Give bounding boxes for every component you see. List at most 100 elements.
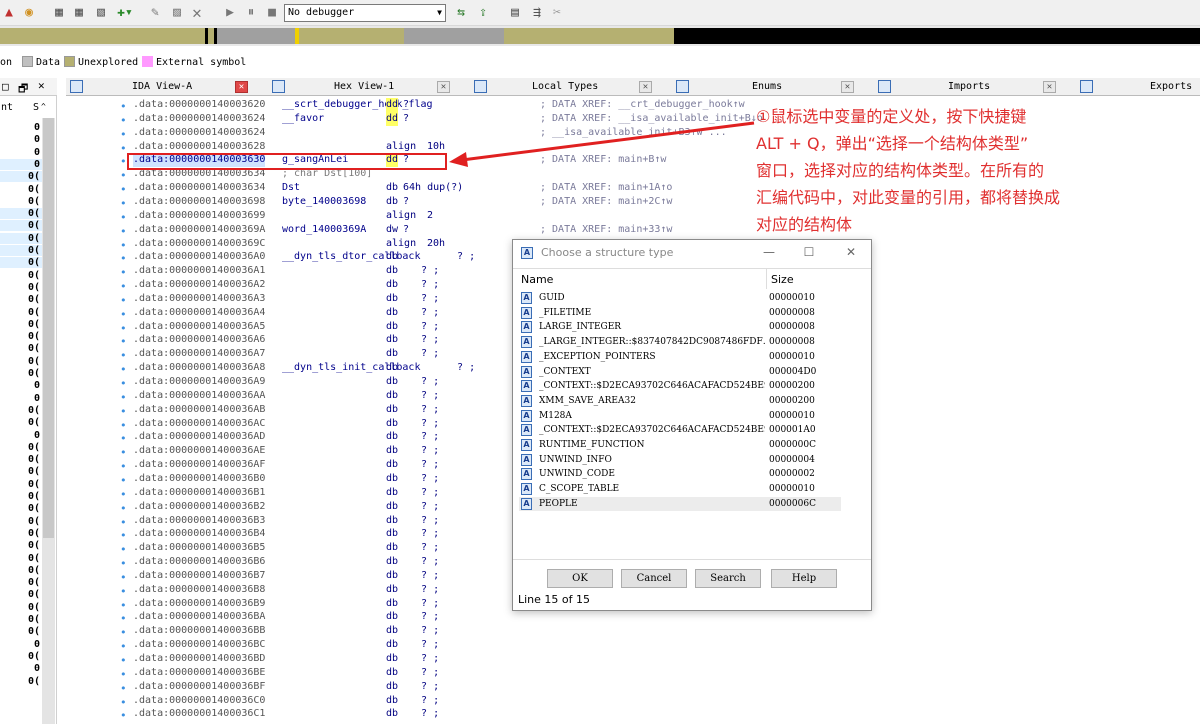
panel-row[interactable]: 0(	[0, 417, 42, 428]
structure-row[interactable]: A _FILETIME 00000008	[519, 306, 841, 321]
close-icon[interactable]: ✕	[235, 81, 248, 93]
panel-row[interactable]: 0(	[0, 356, 42, 367]
panel-row[interactable]: 0(	[0, 626, 42, 637]
panel-row[interactable]: 0(	[0, 651, 42, 662]
panel-row[interactable]: 0(	[0, 331, 42, 342]
panel-row[interactable]: 0(	[0, 528, 42, 539]
disasm-line[interactable]: • .data:00000001400036C0 db ? ;	[66, 694, 1200, 709]
panel-row[interactable]: 0(	[0, 196, 42, 207]
disasm-name[interactable]: __dyn_tls_init_callback	[282, 361, 420, 375]
panel-row[interactable]: 0	[0, 380, 42, 391]
structure-list[interactable]: Name Size A GUID 00000010 A _FILETIME 0000000…	[513, 268, 871, 560]
close-icon[interactable]: ✕	[38, 79, 45, 92]
panel-restore-icon[interactable]: □	[2, 80, 9, 93]
xref-icon[interactable]: ⇆	[452, 4, 470, 21]
panel-scrollbar[interactable]	[42, 118, 55, 724]
structure-row[interactable]: A _CONTEXT 000004D0	[519, 365, 841, 380]
panel-row[interactable]: 0(	[0, 491, 42, 502]
structure-row[interactable]: A XMM_SAVE_AREA32 00000200	[519, 394, 841, 409]
tools-icon[interactable]: ▤	[506, 4, 524, 21]
panel-row[interactable]: 0	[0, 158, 42, 170]
panel-row[interactable]: 0(	[0, 343, 42, 354]
disasm-xref-comment[interactable]: ; __isa_available_init+B3↑w ...	[540, 126, 727, 140]
disasm-xref-comment[interactable]: ; DATA XREF: main+33↑w	[540, 223, 672, 237]
segment-icon[interactable]: ▦	[50, 4, 68, 21]
panel-row[interactable]: 0(	[0, 405, 42, 416]
help-button[interactable]: Help	[771, 569, 837, 588]
panel-row[interactable]: 0(	[0, 220, 42, 232]
panel-row[interactable]: 0(	[0, 270, 42, 281]
undefine-icon[interactable]: ✕	[188, 4, 206, 21]
disasm-xref-comment[interactable]: ; DATA XREF: main+1A↑o	[540, 181, 672, 195]
structure-row[interactable]: A _CONTEXT::$D2ECA93702C646ACAFACD524BE9……	[519, 423, 841, 438]
column-header[interactable]: nt	[1, 102, 13, 113]
structure-row[interactable]: A PEOPLE 0000006C	[519, 496, 841, 512]
stop-icon[interactable]: ■	[264, 4, 280, 21]
close-icon[interactable]: ✕	[841, 81, 854, 93]
undefine-icon[interactable]: ▨	[168, 4, 186, 21]
structure-row[interactable]: A _EXCEPTION_POINTERS 00000010	[519, 350, 841, 365]
panel-row[interactable]: 0	[0, 639, 42, 650]
panel-row[interactable]: 0(	[0, 171, 42, 183]
panel-row[interactable]: 0(	[0, 614, 42, 625]
column-size[interactable]: Size	[771, 273, 794, 286]
panel-row[interactable]: 0(	[0, 294, 42, 305]
close-icon[interactable]: ✕	[437, 81, 450, 93]
panel-row[interactable]: 0	[0, 430, 42, 441]
panel-row[interactable]: 0(	[0, 257, 42, 269]
panel-row[interactable]: 0	[0, 122, 42, 133]
panel-row[interactable]: 0(	[0, 184, 42, 195]
tab-imports[interactable]: Imports	[948, 78, 990, 96]
panel-row[interactable]: 0(	[0, 466, 42, 477]
column-header[interactable]: S	[33, 102, 39, 113]
data-icon[interactable]: ▧	[92, 4, 110, 21]
column-name[interactable]: Name	[521, 273, 553, 286]
structure-row[interactable]: A _CONTEXT::$D2ECA93702C646ACAFACD524BE9……	[519, 379, 841, 394]
structure-row[interactable]: A _LARGE_INTEGER::$837407842DC9087486FDF……	[519, 335, 841, 350]
cancel-button[interactable]: Cancel	[621, 569, 687, 588]
panel-row[interactable]: 0(	[0, 442, 42, 453]
search-icon[interactable]: ◉	[20, 4, 38, 21]
graph-icon[interactable]: ⇪	[474, 4, 492, 21]
structure-row[interactable]: A GUID 00000010	[519, 291, 841, 306]
structure-row[interactable]: A LARGE_INTEGER 00000008	[519, 320, 841, 335]
tab-hex-view[interactable]: Hex View-1	[334, 78, 394, 96]
panel-row[interactable]: 0	[0, 663, 42, 674]
ok-button[interactable]: OK	[547, 569, 613, 588]
panel-row[interactable]: 0(	[0, 454, 42, 465]
panel-row[interactable]: 0(	[0, 589, 42, 600]
panel-row[interactable]: 0(	[0, 577, 42, 588]
panel-row[interactable]: 0(	[0, 516, 42, 527]
maximize-icon[interactable]: ☐	[801, 244, 817, 260]
panel-row[interactable]: 0(	[0, 540, 42, 551]
scrollbar-thumb[interactable]	[43, 118, 54, 538]
structure-row[interactable]: A C_SCOPE_TABLE 00000010	[519, 482, 841, 497]
debugger-select[interactable]: No debugger ▼	[284, 4, 446, 22]
tab-exports[interactable]: Exports	[1150, 78, 1192, 96]
arrow-icon[interactable]: ✚▾	[112, 4, 138, 21]
structure-row[interactable]: A RUNTIME_FUNCTION 0000000C	[519, 438, 841, 453]
disasm-line[interactable]: • .data:00000001400036BF db ? ;	[66, 680, 1200, 695]
panel-row[interactable]: 0(	[0, 553, 42, 564]
panel-row[interactable]: 0(	[0, 479, 42, 490]
breakpoint-icon[interactable]: ⇶	[528, 4, 546, 21]
panel-row[interactable]: 0(	[0, 676, 42, 687]
disasm-xref-comment[interactable]: ; DATA XREF: main+2C↑w	[540, 195, 672, 209]
close-icon[interactable]: ✕	[639, 81, 652, 93]
pause-icon[interactable]: ⏸	[243, 4, 259, 21]
disassembly-icon[interactable]: ▲	[0, 4, 18, 21]
disasm-name[interactable]: word_14000369A	[282, 223, 366, 237]
panel-row[interactable]: 0(	[0, 565, 42, 576]
disasm-line[interactable]: • .data:00000001400036BD db ? ;	[66, 652, 1200, 667]
panel-row[interactable]: 0(	[0, 232, 42, 244]
disasm-name[interactable]: byte_140003698	[282, 195, 366, 209]
panel-float-icon[interactable]: 🗗	[18, 80, 28, 99]
search-button[interactable]: Search	[695, 569, 761, 588]
panel-row[interactable]: 0(	[0, 208, 42, 220]
structure-row[interactable]: A UNWIND_INFO 00000004	[519, 453, 841, 468]
tab-local-types[interactable]: Local Types	[532, 78, 598, 96]
tab-enums[interactable]: Enums	[752, 78, 782, 96]
disasm-xref-comment[interactable]: ; DATA XREF: main+B↑w	[540, 153, 666, 167]
panel-row[interactable]: 0	[0, 134, 42, 145]
disasm-name[interactable]: __favor	[282, 112, 324, 126]
